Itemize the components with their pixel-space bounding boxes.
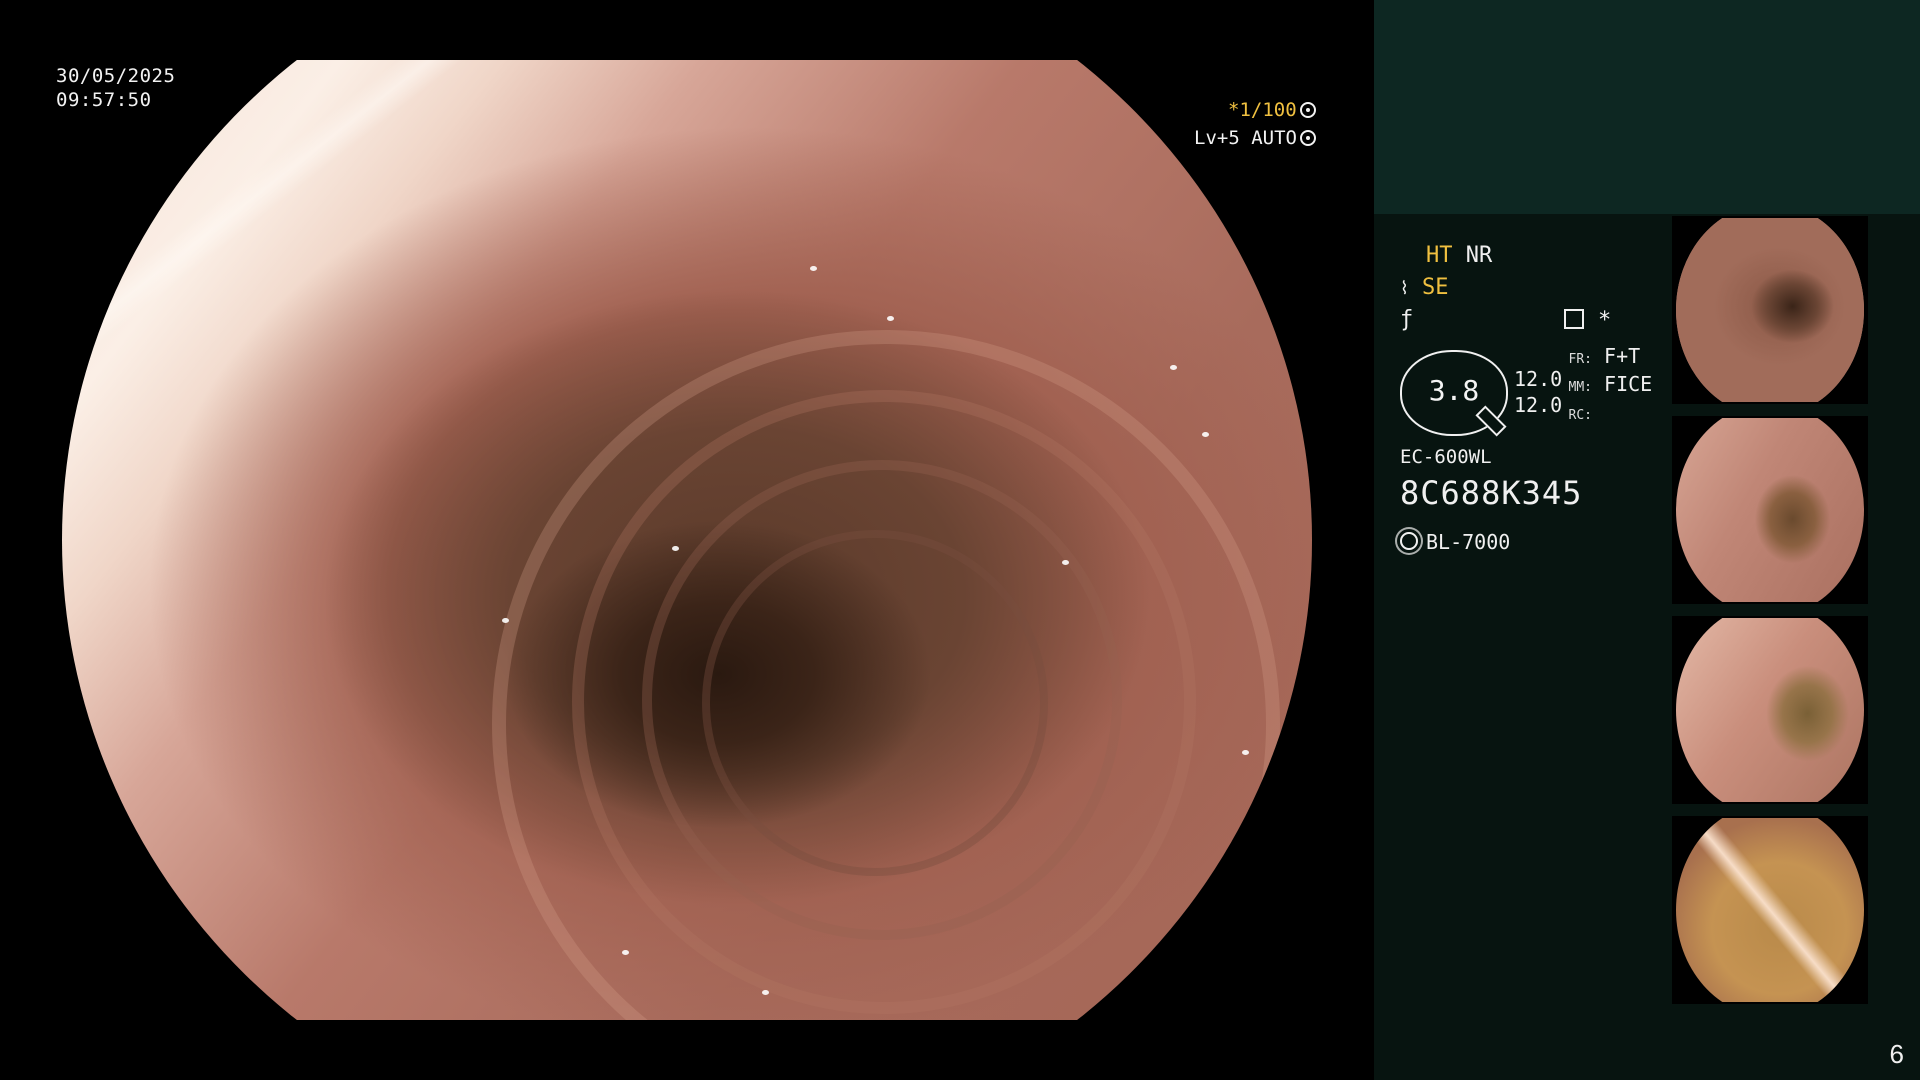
light-source-icon xyxy=(1400,532,1418,550)
mm-label: MM: xyxy=(1568,380,1592,395)
specular-highlight xyxy=(672,546,679,551)
capture-thumbnail-1[interactable] xyxy=(1672,216,1868,404)
level-display: Lv+5 AUTO xyxy=(1194,126,1316,150)
capture-thumbnail-3[interactable] xyxy=(1672,616,1868,804)
scope-model: EC-600WL xyxy=(1400,446,1492,468)
fr-label: FR: xyxy=(1568,352,1592,367)
light-reflex xyxy=(62,60,704,426)
capture-thumbnail-4[interactable] xyxy=(1672,816,1868,1004)
rc-label: RC: xyxy=(1568,408,1592,423)
zoom-gauge: 3.8 xyxy=(1400,350,1508,437)
specular-highlight xyxy=(502,618,509,623)
numeric-values: 12.0 12.0 xyxy=(1514,366,1562,418)
specular-highlight xyxy=(810,266,817,271)
specular-highlight xyxy=(1062,560,1069,565)
panel-header xyxy=(1374,0,1920,214)
iris-icon xyxy=(1299,130,1316,146)
level-label: Lv+5 AUTO xyxy=(1194,127,1297,149)
shutter-label: *1/100 xyxy=(1228,99,1297,121)
ht-label: HT xyxy=(1426,243,1453,268)
date-label: 30/05/2025 xyxy=(56,65,176,87)
nr-label: NR xyxy=(1465,243,1493,268)
value-1: 12.0 xyxy=(1514,367,1563,391)
star-indicator: * xyxy=(1598,308,1612,333)
value-2: 12.0 xyxy=(1514,393,1563,417)
time-label: 09:57:50 xyxy=(56,89,152,111)
record-indicators: * xyxy=(1564,308,1611,333)
mm-value: FICE xyxy=(1604,372,1653,396)
thumbnail-image xyxy=(1676,418,1864,602)
se-label: SE xyxy=(1422,275,1449,300)
thumbnail-image xyxy=(1676,818,1864,1002)
gauge-indicator-icon xyxy=(1475,405,1507,437)
thumbnail-image xyxy=(1676,618,1864,802)
function-icon: ƒ xyxy=(1400,307,1414,332)
fr-value: F+T xyxy=(1604,344,1641,368)
aperture-icon xyxy=(1299,102,1316,118)
light-source-label: BL-7000 xyxy=(1426,530,1511,554)
status-panel: HT NR ⌇ SE ƒ * 3.8 12.0 12.0 FR: F+T MM:… xyxy=(1374,0,1920,1080)
mode-settings: FR: F+T MM: FICE RC: xyxy=(1564,344,1653,428)
thumbnail-image xyxy=(1676,218,1864,402)
processor-info: HT NR ⌇ SE ƒ * 3.8 12.0 12.0 FR: F+T MM:… xyxy=(1400,240,1690,554)
shutter-display: *1/100 xyxy=(1228,98,1316,122)
specular-highlight xyxy=(1170,365,1177,370)
specular-highlight xyxy=(762,990,769,995)
specular-highlight xyxy=(1242,750,1249,755)
specular-highlight xyxy=(1202,432,1209,437)
light-source: BL-7000 xyxy=(1400,530,1510,554)
datetime-display: 30/05/2025 09:57:50 xyxy=(56,64,175,112)
specular-highlight xyxy=(887,316,894,321)
mucosal-fold xyxy=(702,530,1048,876)
endoscopy-view xyxy=(62,60,1312,1020)
specular-highlight xyxy=(622,950,629,955)
structure-enhancement-icon: ⌇ xyxy=(1400,278,1409,299)
page-number: 6 xyxy=(1889,1039,1904,1069)
zoom-value: 3.8 xyxy=(1428,374,1480,407)
capture-thumbnail-2[interactable] xyxy=(1672,416,1868,604)
record-icon xyxy=(1564,309,1584,329)
scope-serial: 8C688K345 xyxy=(1400,474,1583,512)
